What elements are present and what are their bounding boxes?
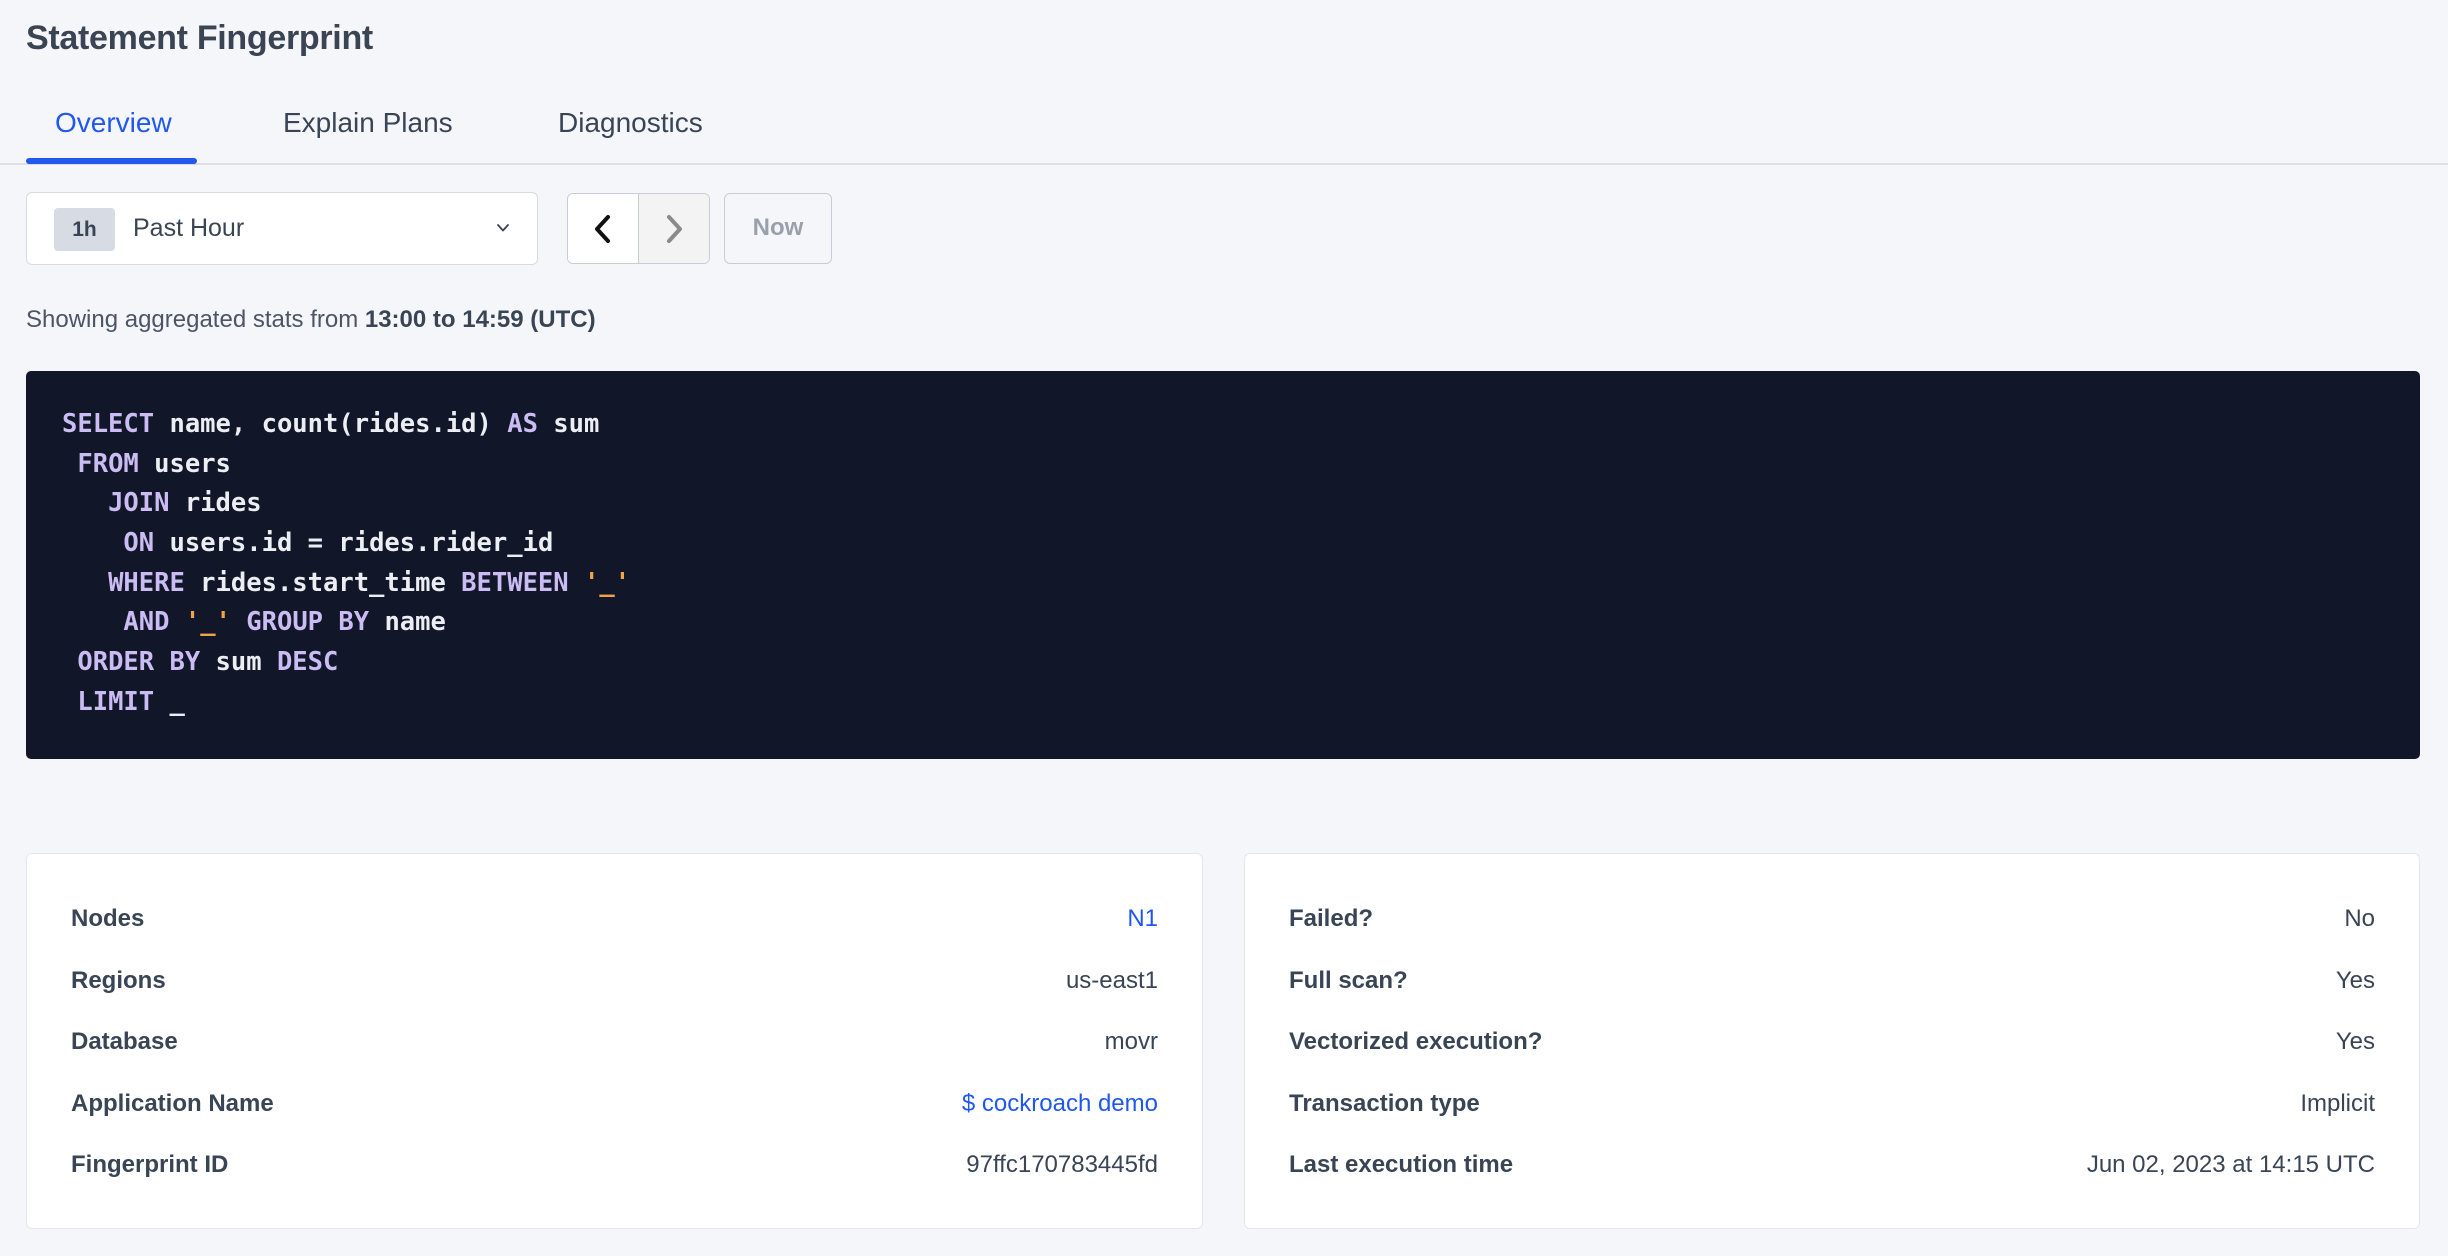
detail-row: Fingerprint ID 97ffc170783445fd <box>71 1145 1158 1185</box>
detail-row: Vectorized execution? Yes <box>1289 1022 2375 1062</box>
range-info-prefix: Showing aggregated stats from <box>26 306 365 333</box>
tab-diagnostics[interactable]: Diagnostics <box>558 100 703 163</box>
aggregated-range-info: Showing aggregated stats from 13:00 to 1… <box>26 303 596 337</box>
sql-text: _ <box>154 686 185 717</box>
detail-row: Last execution time Jun 02, 2023 at 14:15… <box>1289 1145 2375 1185</box>
sql-statement-block: SELECT name, count(rides.id) AS sum FROM… <box>26 371 2420 759</box>
detail-value: us-east1 <box>1065 966 1158 994</box>
time-range-label: Past Hour <box>133 214 245 242</box>
detail-label: Database <box>71 1028 178 1055</box>
sql-line: SELECT name, count(rides.id) AS sum <box>62 405 2420 445</box>
next-period-button[interactable] <box>638 194 709 263</box>
time-nav-group <box>567 193 710 264</box>
detail-value: Jun 02, 2023 at 14:15 UTC <box>2086 1151 2375 1178</box>
sql-line: WHERE rides.start_time BETWEEN '_' <box>62 564 2420 604</box>
detail-label: Failed? <box>1289 905 1374 932</box>
sql-text: rides.start_time <box>184 567 462 598</box>
detail-row: Transaction type Implicit <box>1289 1084 2375 1124</box>
now-button[interactable]: Now <box>724 193 832 264</box>
sql-text: users <box>138 448 231 479</box>
detail-row: Nodes N1 <box>71 899 1158 939</box>
sql-keyword: FROM <box>77 448 139 479</box>
sql-keyword: AND <box>123 607 170 638</box>
detail-label: Transaction type <box>1289 1089 1480 1117</box>
chevron-down-icon <box>497 224 509 232</box>
statement-details-card: Nodes N1 Regions us-east1 Database movr Applic… <box>26 853 1203 1229</box>
detail-value: Yes <box>2335 966 2375 994</box>
detail-label: Regions <box>71 966 166 994</box>
page-title: Statement Fingerprint <box>26 19 373 57</box>
sql-keyword: DESC <box>276 647 339 678</box>
chevron-left-icon <box>594 214 610 243</box>
detail-label: Vectorized execution? <box>1289 1028 1543 1055</box>
sql-string: '_' <box>184 607 231 638</box>
sql-text: users.id = rides.rider_id <box>154 528 554 559</box>
tab-explain-plans[interactable]: Explain Plans <box>283 100 453 163</box>
chevron-right-icon <box>666 214 682 243</box>
sql-text: sum <box>537 409 600 439</box>
range-info-value: 13:00 to 14:59 (UTC) <box>364 306 596 333</box>
sql-keyword: WHERE <box>108 567 185 598</box>
tab-overview[interactable]: Overview <box>55 100 172 163</box>
detail-value: Yes <box>2335 1028 2375 1055</box>
sql-keyword: ORDER BY <box>77 647 201 678</box>
detail-value-link[interactable]: $ cockroach demo <box>962 1090 1158 1118</box>
detail-label: Full scan? <box>1289 966 1408 994</box>
detail-label: Fingerprint ID <box>71 1151 229 1178</box>
sql-line: FROM users <box>62 445 2420 485</box>
sql-line: ON users.id = rides.rider_id <box>62 524 2420 564</box>
detail-label: Application Name <box>71 1089 274 1117</box>
sql-line: ORDER BY sum DESC <box>62 643 2420 683</box>
sql-keyword: ON <box>123 528 155 559</box>
sql-keyword: LIMIT <box>77 686 155 717</box>
active-tab-indicator <box>26 158 197 164</box>
detail-row: Failed? No <box>1289 899 2375 939</box>
sql-keyword: BETWEEN <box>461 567 569 598</box>
detail-value: 97ffc170783445fd <box>966 1151 1158 1178</box>
detail-row: Database movr <box>71 1022 1158 1062</box>
time-range-dropdown[interactable]: 1h Past Hour <box>26 192 538 265</box>
detail-value: movr <box>1104 1028 1158 1055</box>
detail-label: Nodes <box>71 905 145 932</box>
sql-keyword: SELECT <box>62 409 155 439</box>
detail-value: No <box>2344 905 2375 932</box>
sql-keyword: AS <box>507 409 538 439</box>
sql-text: name, count(rides.id) <box>154 409 508 439</box>
previous-period-button[interactable] <box>568 194 639 263</box>
detail-row: Regions us-east1 <box>71 961 1158 1001</box>
tab-bar: Overview Explain Plans Diagnostics <box>0 100 2448 165</box>
sql-keyword: GROUP BY <box>246 607 370 638</box>
sql-line: AND '_' GROUP BY name <box>62 603 2420 643</box>
time-range-badge: 1h <box>54 208 115 251</box>
detail-row: Application Name $ cockroach demo <box>71 1084 1158 1124</box>
sql-text: name <box>369 607 446 638</box>
sql-text: sum <box>200 647 277 678</box>
sql-keyword: JOIN <box>108 488 170 519</box>
sql-string: '_' <box>584 567 631 598</box>
sql-text: rides <box>169 488 262 519</box>
execution-details-card: Failed? No Full scan? Yes Vectorized executi… <box>1244 853 2420 1229</box>
detail-value: Implicit <box>2300 1089 2375 1117</box>
detail-value-link[interactable]: N1 <box>1127 905 1158 933</box>
sql-line: LIMIT _ <box>62 683 2420 723</box>
detail-label: Last execution time <box>1289 1151 1514 1178</box>
detail-row: Full scan? Yes <box>1289 961 2375 1001</box>
sql-line: JOIN rides <box>62 484 2420 524</box>
